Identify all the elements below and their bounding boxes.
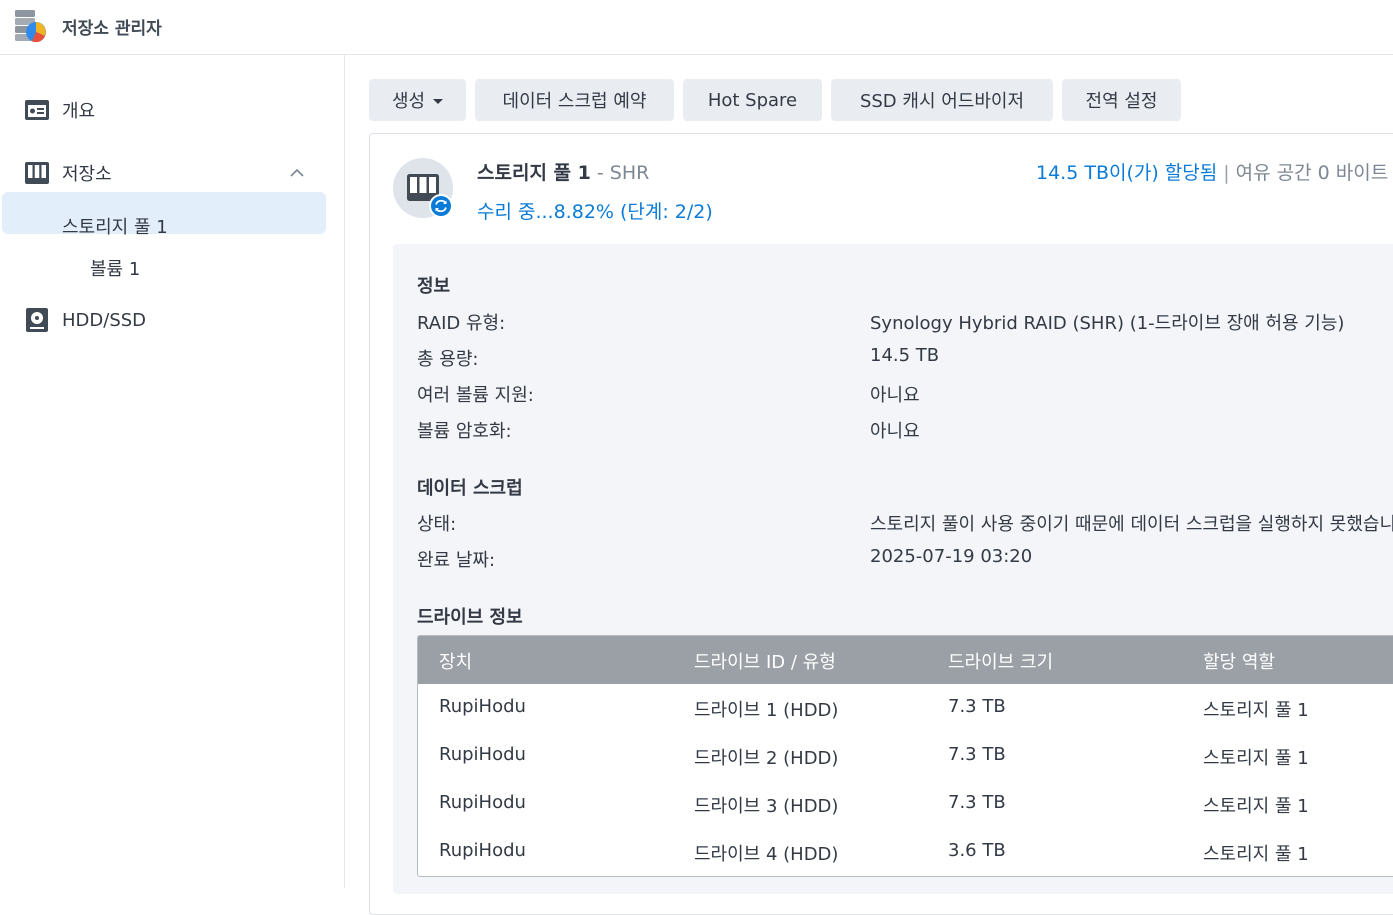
table-row[interactable]: RupiHodu 드라이브 1 (HDD) 7.3 TB 스토리지 풀 1 <box>418 684 1393 732</box>
multi-volume-label: 여러 볼륨 지원: <box>417 385 534 406</box>
storage-manager-app-icon <box>15 10 46 43</box>
pool-allocation: 14.5 TB이(가) 할당됨 | 여유 공간 0 바이트 <box>1036 158 1388 185</box>
ssd-cache-advisor-button[interactable]: SSD 캐시 어드바이저 <box>831 79 1053 121</box>
column-header-role[interactable]: 할당 역할 <box>1203 648 1275 674</box>
role-cell: 스토리지 풀 1 <box>1203 844 1309 865</box>
pool-title: 스토리지 풀 1 - SHR <box>477 158 649 185</box>
pool-type-separator: - <box>590 162 610 184</box>
sidebar-item-hdd-ssd[interactable]: HDD/SSD <box>0 299 340 341</box>
drive-id-cell: 드라이브 4 (HDD) <box>694 844 839 865</box>
drive-table: 장치 드라이브 ID / 유형 드라이브 크기 할당 역할 RupiHodu 드… <box>417 635 1393 877</box>
raid-type-value: Synology Hybrid RAID (SHR) (1-드라이브 장애 허용… <box>870 313 1345 334</box>
sidebar-item-label: 저장소 <box>62 164 112 185</box>
hot-spare-button[interactable]: Hot Spare <box>683 79 822 121</box>
drive-info-section-title: 드라이브 정보 <box>417 607 523 628</box>
device-cell: RupiHodu <box>439 696 526 717</box>
device-cell: RupiHodu <box>439 840 526 861</box>
drive-size-cell: 3.6 TB <box>948 840 1006 861</box>
app-title: 저장소 관리자 <box>62 19 162 39</box>
scrub-status-value: 스토리지 풀이 사용 중이기 때문에 데이터 스크럽을 실행하지 못했습니다. <box>870 514 1393 535</box>
column-header-drive-id[interactable]: 드라이브 ID / 유형 <box>694 648 836 674</box>
free-space-text: 여유 공간 0 바이트 <box>1235 162 1389 184</box>
volume-encryption-value: 아니요 <box>870 421 920 442</box>
pool-type: SHR <box>609 162 650 184</box>
drive-id-cell: 드라이브 1 (HDD) <box>694 700 839 721</box>
column-header-drive-size[interactable]: 드라이브 크기 <box>948 648 1053 674</box>
drive-id-cell: 드라이브 3 (HDD) <box>694 796 839 817</box>
sidebar-item-storage[interactable]: 저장소 <box>0 152 340 194</box>
chevron-up-icon[interactable] <box>288 164 306 182</box>
pool-name: 스토리지 풀 1 <box>477 162 591 184</box>
allocated-text: 14.5 TB이(가) 할당됨 <box>1036 162 1218 184</box>
toolbar: 생성 데이터 스크럽 예약 Hot Spare SSD 캐시 어드바이저 전역 … <box>369 79 1181 121</box>
scrub-section-title: 데이터 스크럽 <box>417 478 523 499</box>
completion-date-label: 완료 날짜: <box>417 550 496 571</box>
device-cell: RupiHodu <box>439 744 526 765</box>
sidebar-item-label: HDD/SSD <box>62 309 147 331</box>
drive-icon <box>26 308 48 332</box>
sidebar-item-label: 스토리지 풀 1 <box>62 217 168 238</box>
role-cell: 스토리지 풀 1 <box>1203 748 1309 769</box>
drive-size-cell: 7.3 TB <box>948 792 1006 813</box>
table-header: 장치 드라이브 ID / 유형 드라이브 크기 할당 역할 <box>418 636 1393 684</box>
table-row[interactable]: RupiHodu 드라이브 4 (HDD) 3.6 TB 스토리지 풀 1 <box>418 828 1393 876</box>
scrub-status-label: 상태: <box>417 514 457 535</box>
create-button[interactable]: 생성 <box>369 79 466 121</box>
table-row[interactable]: RupiHodu 드라이브 3 (HDD) 7.3 TB 스토리지 풀 1 <box>418 780 1393 828</box>
storage-icon <box>25 162 49 184</box>
schedule-scrub-button[interactable]: 데이터 스크럽 예약 <box>475 79 674 121</box>
sidebar-item-volume-1[interactable]: 볼륨 1 <box>0 247 340 289</box>
info-section-title: 정보 <box>417 276 451 297</box>
create-button-label: 생성 <box>391 91 426 112</box>
sidebar-item-overview[interactable]: 개요 <box>0 89 340 131</box>
column-header-device[interactable]: 장치 <box>439 648 472 674</box>
drive-id-cell: 드라이브 2 (HDD) <box>694 748 839 769</box>
total-capacity-label: 총 용량: <box>417 349 479 370</box>
volume-encryption-label: 볼륨 암호화: <box>417 421 512 442</box>
global-settings-button[interactable]: 전역 설정 <box>1062 79 1181 121</box>
sidebar-item-storage-pool-1[interactable]: 스토리지 풀 1 <box>0 205 340 247</box>
allocation-separator: | <box>1223 162 1230 184</box>
pool-status: 수리 중...8.82% (단계: 2/2) <box>477 201 713 223</box>
caret-down-icon <box>433 98 444 104</box>
completion-date-value: 2025-07-19 03:20 <box>870 546 1033 567</box>
raid-type-label: RAID 유형: <box>417 313 506 334</box>
drive-size-cell: 7.3 TB <box>948 696 1006 717</box>
table-row[interactable]: RupiHodu 드라이브 2 (HDD) 7.3 TB 스토리지 풀 1 <box>418 732 1393 780</box>
drive-size-cell: 7.3 TB <box>948 744 1006 765</box>
title-bar: 저장소 관리자 <box>0 0 1393 55</box>
storage-pool-icon <box>393 158 453 218</box>
total-capacity-value: 14.5 TB <box>870 345 940 366</box>
multi-volume-value: 아니요 <box>870 385 920 406</box>
sidebar-item-label: 볼륨 1 <box>90 259 141 280</box>
role-cell: 스토리지 풀 1 <box>1203 700 1309 721</box>
overview-icon <box>25 100 49 120</box>
device-cell: RupiHodu <box>439 792 526 813</box>
role-cell: 스토리지 풀 1 <box>1203 796 1309 817</box>
sidebar-item-label: 개요 <box>62 101 96 122</box>
